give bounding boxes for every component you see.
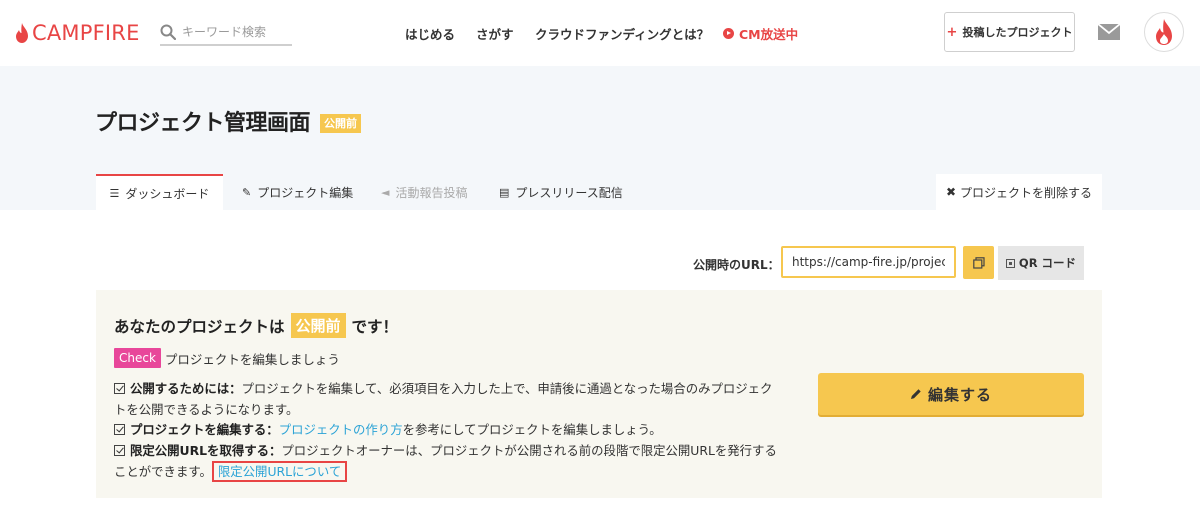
avatar[interactable] [1144, 12, 1184, 52]
nav-search[interactable]: さがす [476, 24, 514, 43]
plus-icon: + [946, 24, 958, 40]
document-icon: ▤ [499, 185, 510, 199]
tab-dashboard[interactable]: ☰ ダッシュボード [96, 174, 223, 210]
tab-dashboard-label: ダッシュボード [125, 186, 210, 201]
tab-activity-report: ◄ 活動報告投稿 [381, 174, 467, 210]
flame-avatar-icon [1156, 19, 1172, 45]
how-to-create-link[interactable]: プロジェクトの作り方 [279, 422, 403, 437]
posted-projects-button[interactable]: + 投稿したプロジェクト [944, 12, 1075, 52]
megaphone-icon: ◄ [381, 185, 390, 199]
limited-url-info-link[interactable]: 限定公開URLについて [211, 461, 348, 482]
checkbox-checked-icon [114, 383, 125, 394]
list-icon: ☰ [109, 186, 120, 200]
page-title: プロジェクト管理画面 [95, 111, 311, 136]
check-badge: Check [114, 348, 161, 368]
nav-cm-label: CM放送中 [739, 27, 799, 42]
tab-project-edit-label: プロジェクト編集 [257, 185, 354, 200]
check-text: プロジェクトを編集しましょう [164, 351, 340, 367]
notice-title-suffix: です！ [351, 317, 399, 336]
tab-press-release[interactable]: ▤ プレスリリース配信 [499, 174, 623, 210]
nav-cm[interactable]: CM放送中 [723, 24, 798, 43]
flame-icon [16, 23, 28, 43]
list-item: 限定公開URLを取得する：プロジェクトオーナーは、プロジェクトが公開される前の段… [114, 441, 779, 483]
status-badge: 公開前 [320, 114, 361, 133]
notice-title: あなたのプロジェクトは 公開前 です！ [114, 313, 398, 338]
notice-list: 公開するためには：プロジェクトを編集して、必須項目を入力した上で、申請後に通過と… [114, 379, 779, 483]
list-item-heading: プロジェクトを編集する： [130, 422, 279, 437]
notice-title-prefix: あなたのプロジェクトは [114, 317, 285, 336]
qr-icon [1005, 258, 1015, 268]
public-url-field[interactable] [781, 246, 956, 278]
nav-start[interactable]: はじめる [405, 24, 455, 43]
delete-project-button[interactable]: ✖ プロジェクトを削除する [936, 174, 1102, 210]
list-item-heading: 限定公開URLを取得する： [130, 442, 282, 458]
list-item: 公開するためには：プロジェクトを編集して、必須項目を入力した上で、申請後に通過と… [114, 379, 779, 420]
search-box[interactable] [160, 19, 292, 46]
list-item-heading: 公開するためには： [130, 381, 242, 396]
site-header: CAMPFIRE はじめる さがす クラウドファンディングとは？ CM放送中 +… [0, 0, 1200, 66]
copy-url-button[interactable] [963, 246, 994, 279]
close-icon: ✖ [945, 185, 957, 199]
tab-press-release-label: プレスリリース配信 [515, 185, 623, 200]
tab-project-edit[interactable]: ✎ プロジェクト編集 [242, 174, 353, 210]
list-item: プロジェクトを編集する：プロジェクトの作り方を参考にしてプロジェクトを編集しまし… [114, 420, 779, 441]
search-input[interactable] [182, 24, 287, 39]
list-item-text: を参考にしてプロジェクトを編集しましょう。 [402, 422, 662, 437]
nav-about-crowdfunding[interactable]: クラウドファンディングとは？ [535, 24, 709, 43]
checkbox-checked-icon [114, 444, 125, 456]
qr-code-label: QR コード [1018, 256, 1077, 270]
campfire-logo[interactable]: CAMPFIRE [14, 18, 140, 48]
copy-icon [972, 256, 985, 269]
checkbox-checked-icon [114, 424, 125, 435]
delete-project-label: プロジェクトを削除する [960, 185, 1093, 200]
tab-activity-report-label: 活動報告投稿 [395, 185, 468, 200]
qr-code-button[interactable]: QR コード [998, 246, 1084, 280]
logo-text: CAMPFIRE [32, 21, 140, 45]
public-url-label: 公開時のURL： [693, 258, 780, 272]
posted-projects-label: 投稿したプロジェクト [962, 26, 1073, 39]
notice-status-badge: 公開前 [290, 313, 346, 338]
search-icon [160, 24, 176, 40]
pencil-icon: ✎ [242, 185, 252, 199]
edit-button-label: 編集する [927, 385, 992, 404]
pencil-icon [910, 389, 921, 399]
edit-project-button[interactable]: 編集する [818, 373, 1084, 415]
play-icon [723, 28, 734, 39]
check-row: Check プロジェクトを編集しましょう [114, 348, 340, 368]
mail-icon[interactable] [1098, 24, 1120, 40]
